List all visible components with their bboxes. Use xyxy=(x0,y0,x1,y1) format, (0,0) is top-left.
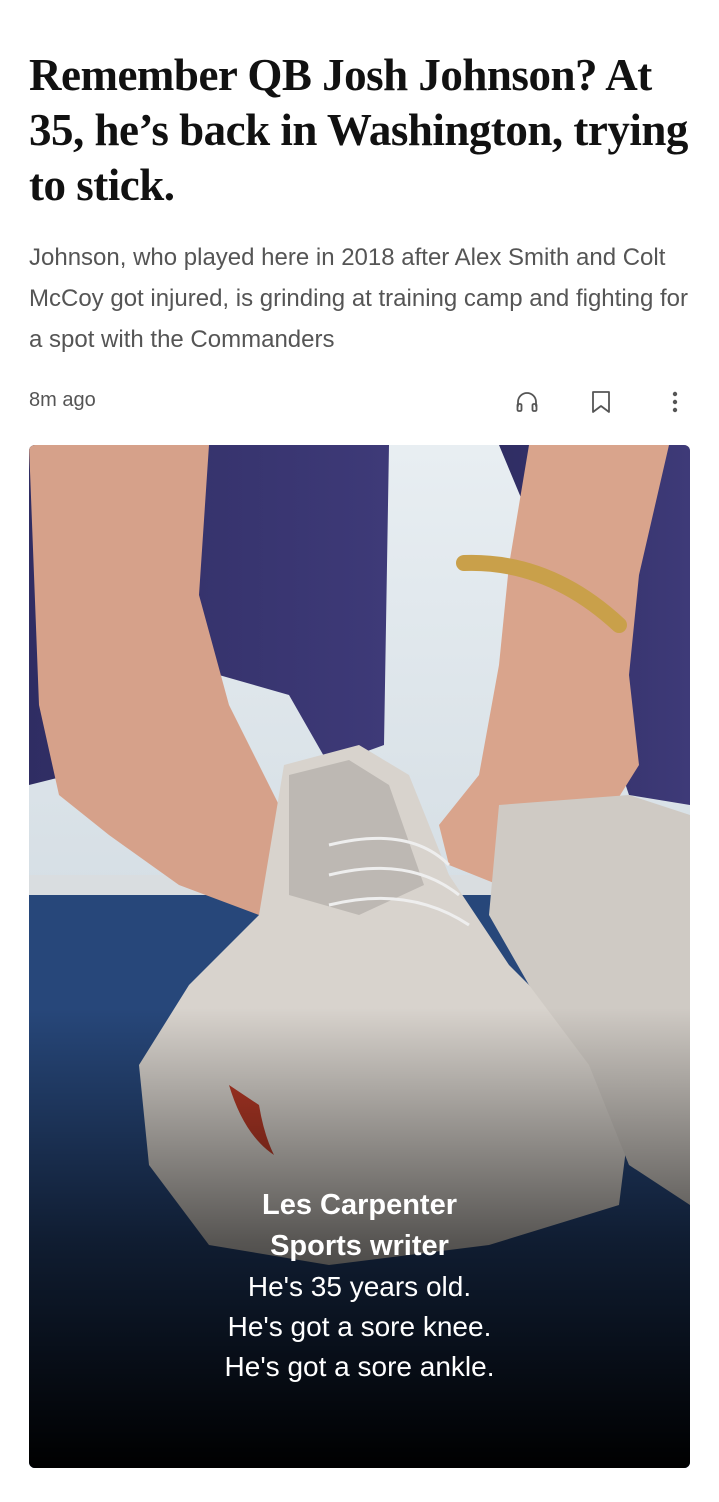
article-dek: Johnson, who played here in 2018 after A… xyxy=(29,244,689,353)
caption-line: He's got a sore knee. xyxy=(227,1311,492,1342)
caption-speaker-name: Les Carpenter xyxy=(261,1189,457,1221)
video-caption: Les Carpenter Sports writer He's 35 year… xyxy=(29,1185,690,1387)
caption-line: He's got a sore ankle. xyxy=(224,1351,495,1382)
more-options-button[interactable] xyxy=(653,380,697,424)
caption-speaker-role: Sports writer xyxy=(270,1230,449,1262)
more-vertical-icon xyxy=(671,389,679,415)
article-headline[interactable]: Remember QB Josh Johnson? At 35, he’s ba… xyxy=(29,48,694,213)
save-button[interactable] xyxy=(579,380,623,424)
headphones-icon xyxy=(514,389,540,415)
timestamp: 8m ago xyxy=(29,389,96,411)
bookmark-icon xyxy=(589,389,613,415)
video-player[interactable]: Les Carpenter Sports writer He's 35 year… xyxy=(29,445,690,1468)
listen-button[interactable] xyxy=(505,380,549,424)
caption-line: He's 35 years old. xyxy=(247,1271,472,1302)
article-meta-row: 8m ago xyxy=(29,380,691,424)
